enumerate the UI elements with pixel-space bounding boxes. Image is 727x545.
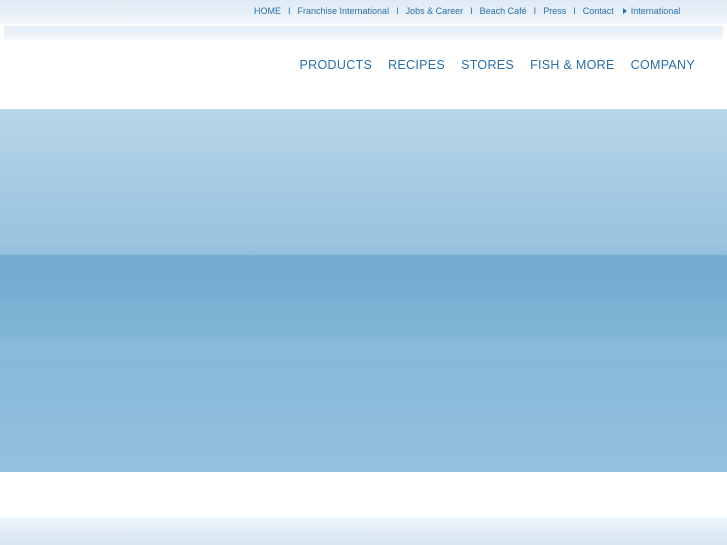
hero-banner — [0, 109, 727, 472]
nav-jobs-career-link[interactable]: Jobs & Career — [406, 6, 464, 16]
international-label: International — [630, 6, 681, 16]
hero-stripe — [0, 339, 727, 359]
nav-beach-cafe-link[interactable]: Beach Café — [480, 6, 527, 16]
main-nav-products[interactable]: PRODUCTS — [300, 58, 373, 72]
page: HOME I Franchise International I Jobs & … — [0, 0, 727, 545]
utility-bar: HOME I Franchise International I Jobs & … — [0, 0, 727, 24]
nav-press-link[interactable]: Press — [543, 6, 566, 16]
main-navigation: PRODUCTS RECIPES STORES FISH & MORE COMP… — [300, 58, 695, 72]
nav-franchise-international-link[interactable]: Franchise International — [298, 6, 390, 16]
header-gradient-strip — [4, 26, 723, 40]
nav-separator: I — [396, 5, 399, 16]
triangle-right-icon — [622, 8, 627, 14]
nav-home-link[interactable]: HOME — [254, 6, 281, 16]
content-area — [0, 472, 727, 520]
main-nav-company[interactable]: COMPANY — [631, 58, 695, 72]
nav-separator: I — [533, 5, 537, 16]
hero-stripe — [0, 239, 727, 255]
footer-bar — [0, 517, 727, 545]
main-nav-fish-more[interactable]: FISH & MORE — [530, 58, 615, 72]
nav-contact-link[interactable]: Contact — [583, 6, 614, 16]
utility-nav: HOME I Franchise International I Jobs & … — [254, 5, 681, 17]
main-nav-stores[interactable]: STORES — [461, 58, 514, 72]
nav-separator: I — [470, 5, 473, 16]
nav-separator: I — [573, 5, 576, 16]
main-nav-recipes[interactable]: RECIPES — [388, 58, 445, 72]
hero-stripe — [0, 255, 727, 301]
nav-separator: I — [288, 5, 291, 16]
international-link[interactable]: International — [622, 6, 681, 16]
